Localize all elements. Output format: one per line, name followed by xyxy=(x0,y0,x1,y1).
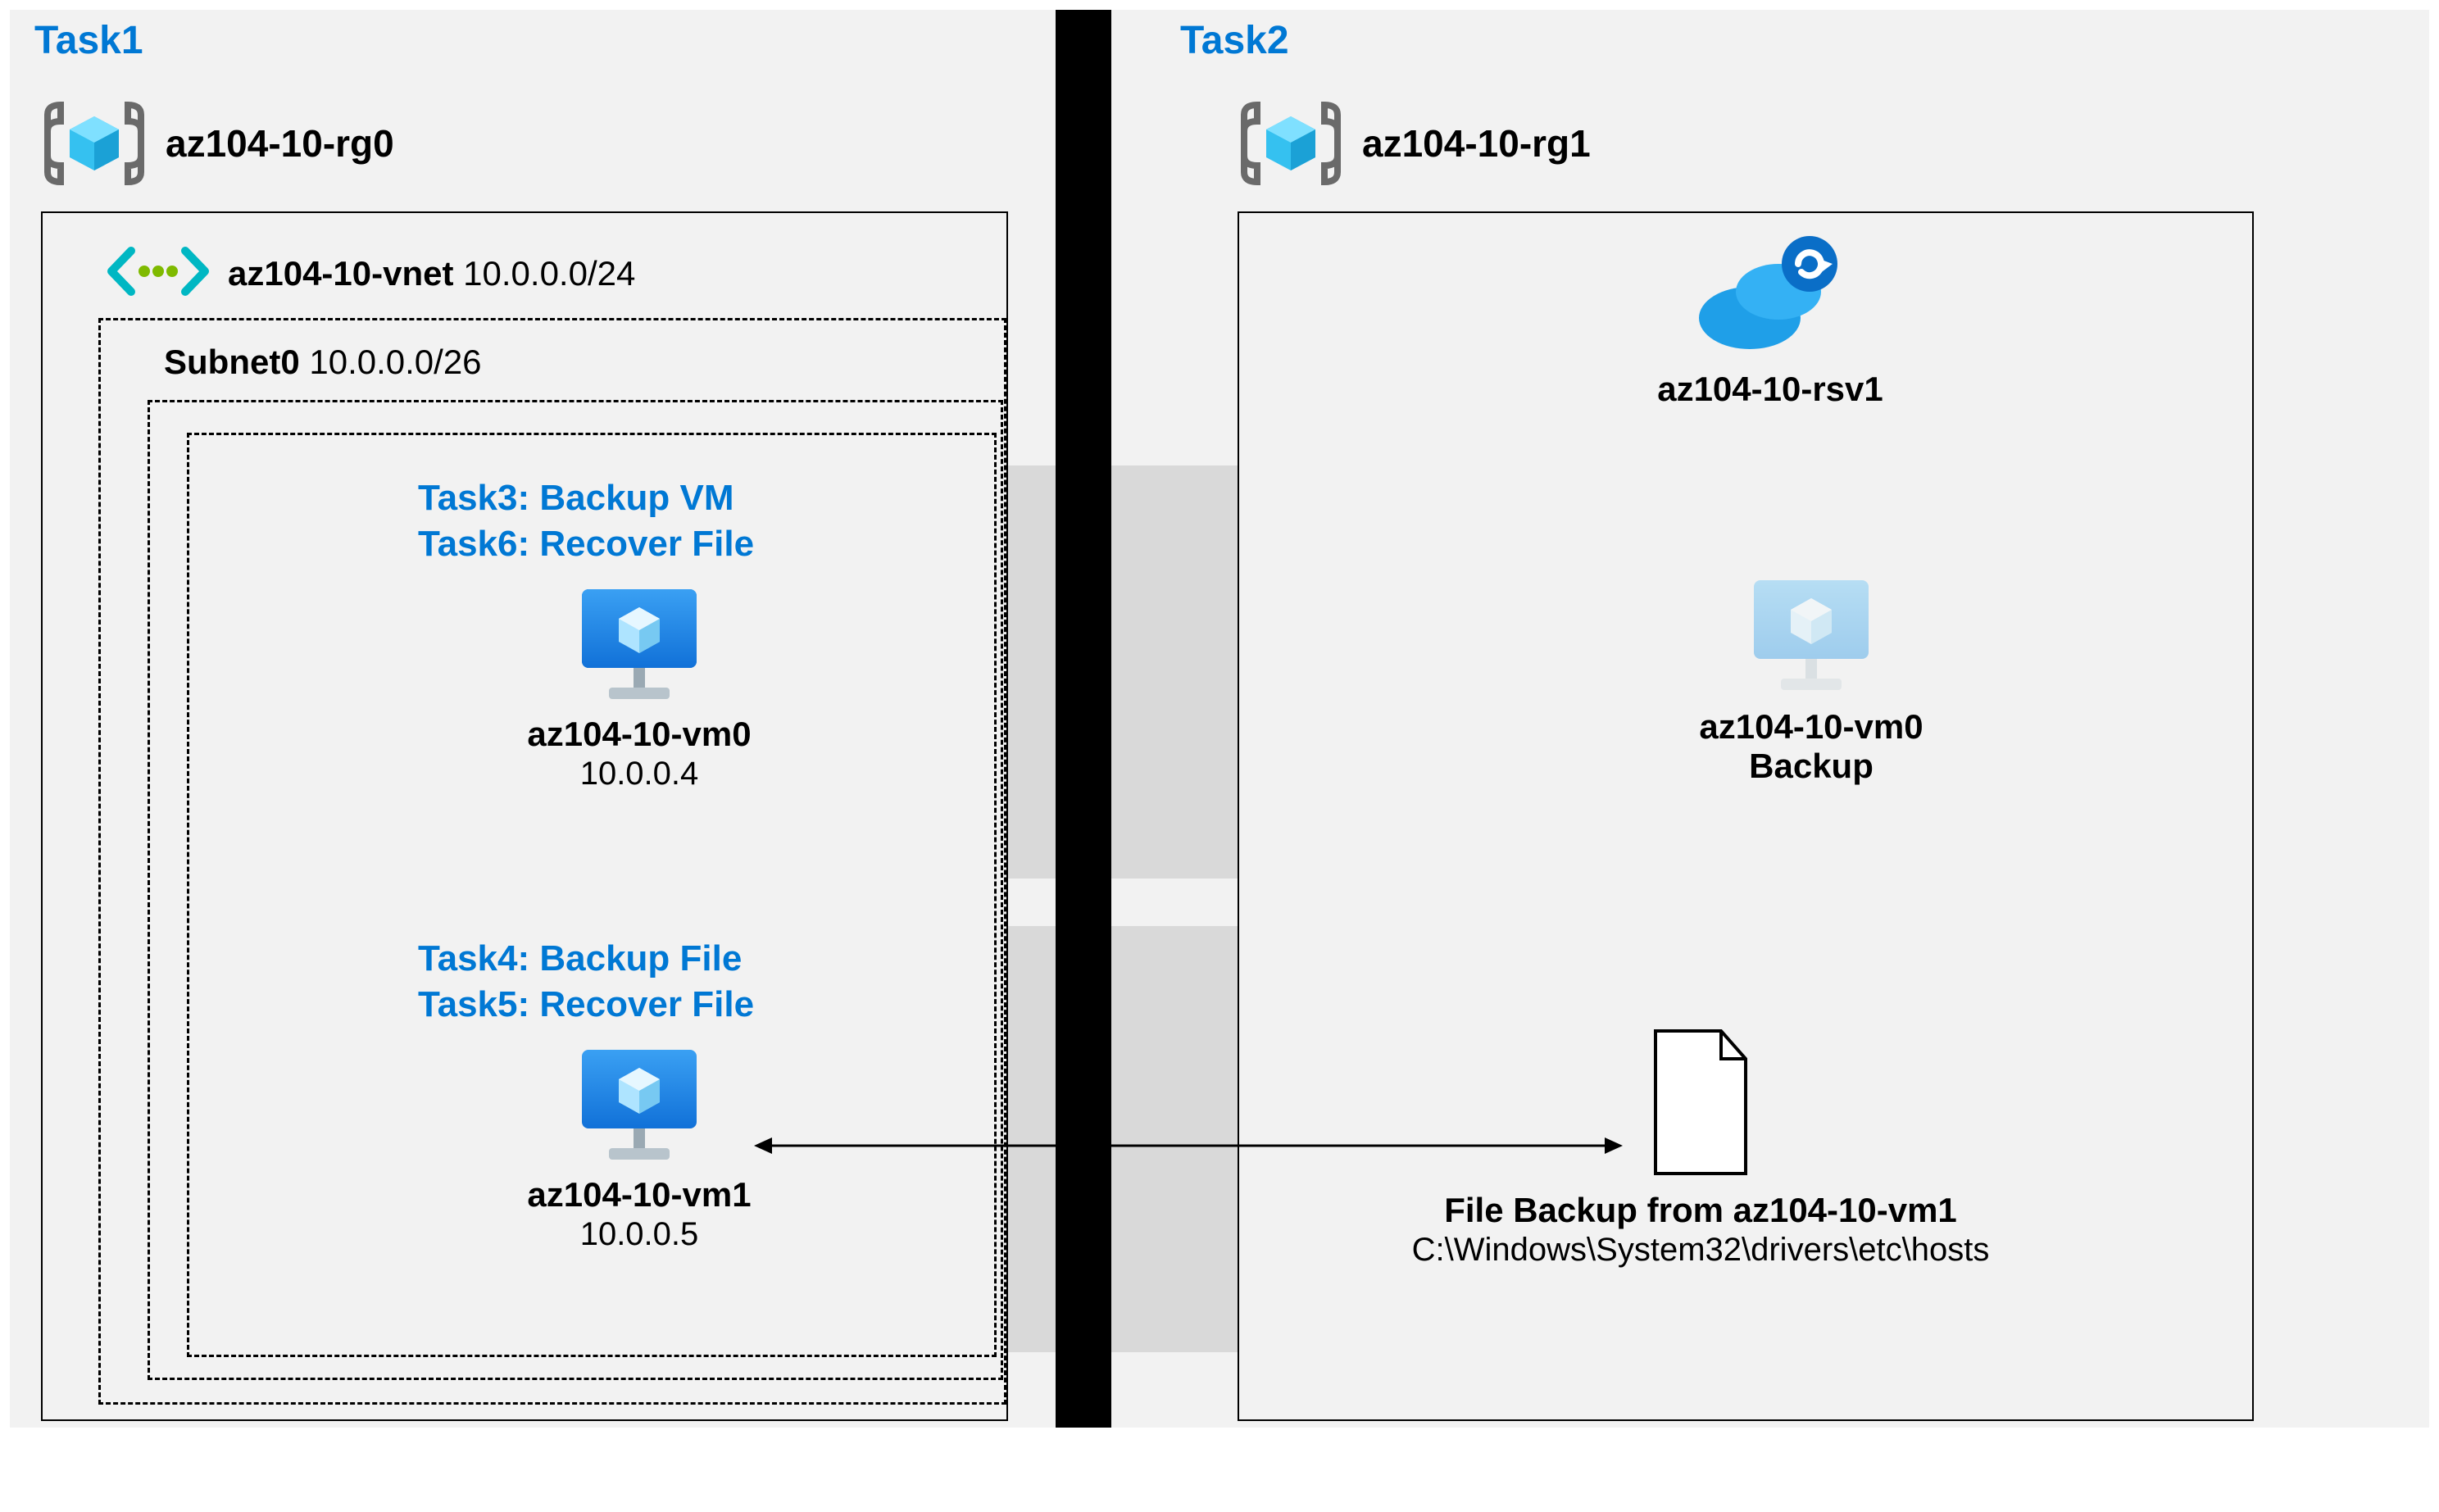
task6-label: Task6: Recover File xyxy=(418,521,885,567)
vm0-backup-block: az104-10-vm0 Backup xyxy=(1639,574,1983,786)
task2-label: Task2 xyxy=(1180,18,1289,63)
resource-group-icon xyxy=(41,98,148,188)
subnet-header: Subnet0 10.0.0.0/26 xyxy=(164,343,482,382)
vnet-cidr: 10.0.0.0/24 xyxy=(463,254,635,293)
diagram-canvas: Task1 Task2 az104-10-rg0 az104-1 xyxy=(0,0,2439,1512)
file-backup-label: File Backup from az104-10-vm1 xyxy=(1311,1191,2090,1230)
resource-group-icon xyxy=(1238,98,1344,188)
file-icon xyxy=(1639,1169,1762,1183)
vnet-header: az104-10-vnet 10.0.0.0/24 xyxy=(105,243,635,304)
vm-icon xyxy=(393,583,885,710)
vnet-name: az104-10-vnet xyxy=(228,254,453,293)
rg0-header: az104-10-rg0 xyxy=(41,98,394,188)
vm0-name: az104-10-vm0 xyxy=(393,715,885,754)
vm1-name: az104-10-vm1 xyxy=(393,1175,885,1215)
vm0-ip: 10.0.0.4 xyxy=(393,756,885,792)
bidirectional-arrow-icon xyxy=(754,1129,1623,1162)
task1-label: Task1 xyxy=(34,18,143,63)
subnet-cidr: 10.0.0.0/26 xyxy=(309,343,481,381)
rg1-title: az104-10-rg1 xyxy=(1362,121,1591,166)
vnet-icon xyxy=(105,243,211,304)
vm0-block: Task3: Backup VM Task6: Recover File az1… xyxy=(393,475,885,792)
rg0-title: az104-10-rg0 xyxy=(166,121,394,166)
task3-label: Task3: Backup VM xyxy=(418,475,885,521)
task4-label: Task4: Backup File xyxy=(418,936,885,982)
task5-label: Task5: Recover File xyxy=(418,982,885,1028)
recovery-vault-icon xyxy=(1688,348,1852,362)
vm1-block: Task4: Backup File Task5: Recover File a… xyxy=(393,936,885,1253)
subnet-name: Subnet0 xyxy=(164,343,300,381)
vm-backup-icon xyxy=(1742,686,1881,700)
vertical-divider xyxy=(1056,10,1111,1428)
file-backup-path: C:\Windows\System32\drivers\etc\hosts xyxy=(1311,1232,2090,1269)
vm1-ip: 10.0.0.5 xyxy=(393,1216,885,1253)
vm0-backup-label: az104-10-vm0 Backup xyxy=(1639,707,1983,786)
vnet-title: az104-10-vnet 10.0.0.0/24 xyxy=(228,254,635,293)
rg1-header: az104-10-rg1 xyxy=(1238,98,1591,188)
rsv-block: az104-10-rsv1 xyxy=(1615,228,1926,409)
rsv-name: az104-10-rsv1 xyxy=(1615,370,1926,409)
